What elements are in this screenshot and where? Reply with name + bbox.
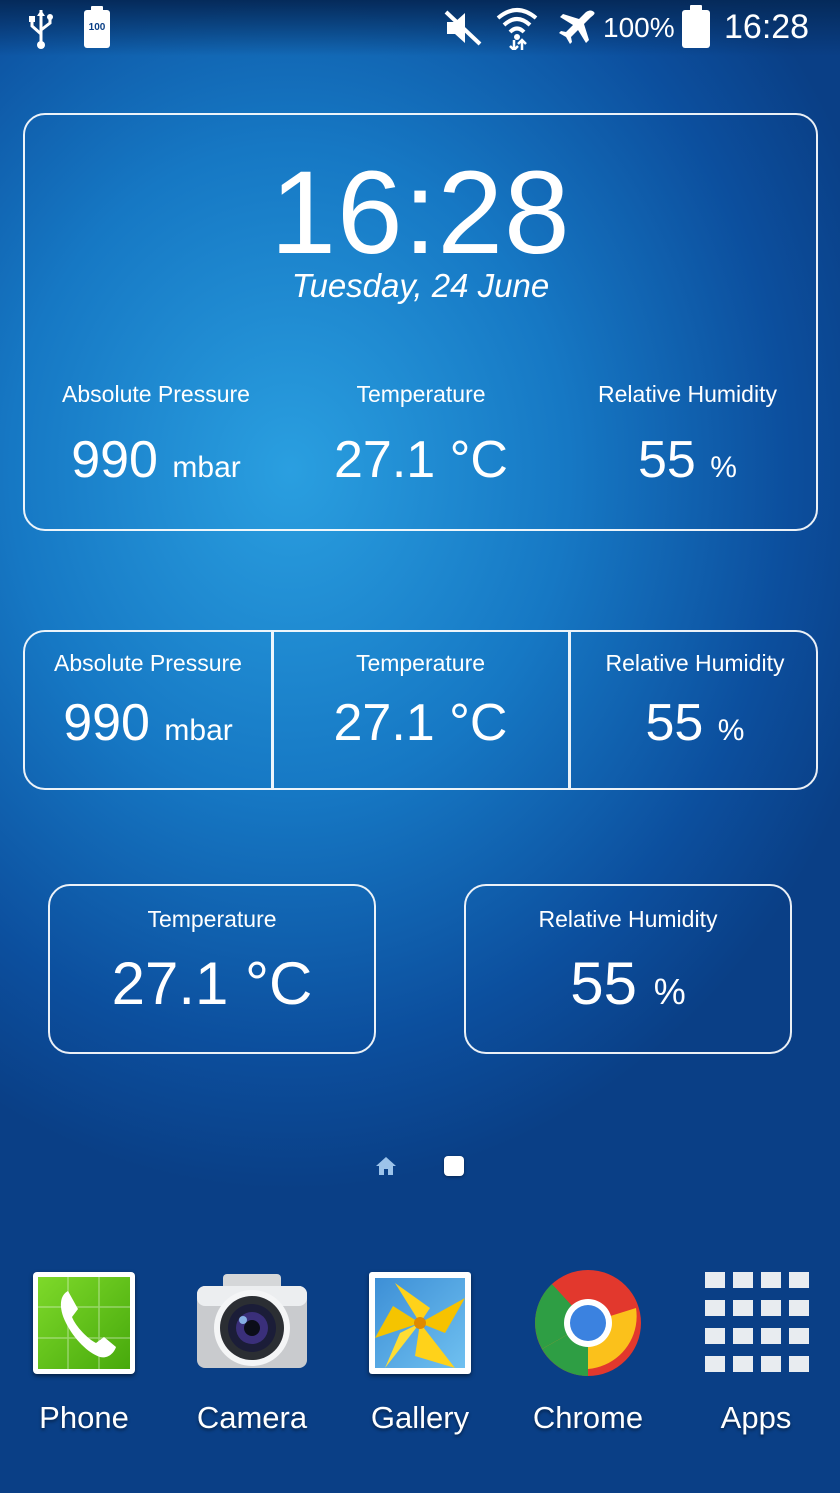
dock-label: Phone	[39, 1400, 129, 1435]
dock-phone[interactable]: Phone	[9, 1268, 159, 1436]
humidity-reading: Relative Humidity 55 %	[466, 906, 790, 1018]
dock-label: Gallery	[370, 1400, 470, 1435]
home-page-icon[interactable]	[375, 1155, 397, 1177]
humidity-unit: %	[653, 971, 686, 1012]
status-time: 16:28	[724, 8, 810, 46]
status-bar: 100 100% 16:28	[0, 0, 840, 56]
pressure-value-wrap: 990 mbar	[25, 430, 287, 490]
temperature-widget[interactable]: Temperature 27.1 °C	[48, 884, 376, 1054]
humidity-value: 55	[570, 950, 638, 1017]
camera-icon	[197, 1268, 307, 1378]
battery-percent: 100%	[603, 12, 675, 43]
gallery-icon	[365, 1268, 475, 1378]
pressure-value: 990	[63, 694, 150, 752]
wifi-icon	[496, 8, 538, 50]
pressure-value-wrap: 990 mbar	[25, 693, 271, 753]
dock-gallery[interactable]: Gallery	[345, 1268, 495, 1436]
humidity-unit: %	[710, 451, 737, 484]
temperature-label: Temperature	[355, 650, 486, 676]
temperature-value: 27.1 °C	[111, 950, 313, 1017]
pressure-reading: Absolute Pressure 990 mbar	[25, 381, 287, 490]
page-dot-active[interactable]	[444, 1156, 464, 1176]
widget-date: Tuesday, 24 June	[291, 267, 550, 304]
dock-apps[interactable]: Apps	[681, 1268, 831, 1436]
dock-label: Apps	[720, 1400, 792, 1435]
temperature-reading: Temperature 27.1 °C	[273, 650, 568, 753]
battery-icon	[682, 5, 710, 48]
humidity-value-wrap: 55 %	[555, 430, 820, 490]
clock-weather-widget[interactable]: 16:28 Tuesday, 24 June Absolute Pressure…	[23, 113, 818, 531]
battery-saver-text: 100	[88, 22, 106, 33]
humidity-label: Relative Humidity	[538, 906, 718, 932]
pressure-label: Absolute Pressure	[62, 381, 250, 407]
pressure-label: Absolute Pressure	[54, 650, 242, 676]
humidity-value: 55	[638, 431, 696, 489]
dock-camera[interactable]: Camera	[177, 1268, 327, 1436]
dock-label: Camera	[196, 1400, 308, 1435]
pressure-reading: Absolute Pressure 990 mbar	[25, 650, 271, 753]
widget-clock-time: 16:28	[270, 147, 571, 279]
temperature-value: 27.1 °C	[333, 431, 508, 489]
temperature-reading: Temperature 27.1 °C	[50, 906, 374, 1018]
apps-grid-icon	[701, 1268, 811, 1378]
humidity-value-wrap: 55 %	[466, 949, 790, 1018]
dock-label: Chrome	[532, 1400, 644, 1435]
airplane-mode-icon	[559, 10, 595, 45]
battery-saver-icon: 100	[84, 6, 110, 48]
dock-chrome[interactable]: Chrome	[513, 1268, 663, 1436]
mute-icon	[444, 10, 482, 46]
pressure-unit: mbar	[164, 714, 233, 747]
humidity-unit: %	[717, 714, 745, 747]
humidity-widget[interactable]: Relative Humidity 55 %	[464, 884, 792, 1054]
humidity-reading: Relative Humidity 55 %	[570, 650, 820, 753]
chrome-icon	[533, 1268, 643, 1378]
usb-icon	[29, 10, 53, 49]
humidity-value: 55	[645, 694, 704, 752]
temperature-reading: Temperature 27.1 °C	[287, 381, 555, 490]
phone-icon	[29, 1268, 139, 1378]
humidity-reading: Relative Humidity 55 %	[555, 381, 820, 490]
pressure-value: 990	[71, 431, 158, 489]
temperature-label: Temperature	[147, 906, 277, 932]
humidity-label: Relative Humidity	[605, 650, 785, 676]
temperature-label: Temperature	[356, 381, 486, 407]
weather-row-widget[interactable]: Absolute Pressure 990 mbar Temperature 2…	[23, 630, 818, 790]
temperature-value: 27.1 °C	[333, 694, 508, 752]
humidity-label: Relative Humidity	[598, 381, 777, 407]
humidity-value-wrap: 55 %	[570, 693, 820, 753]
pressure-unit: mbar	[172, 451, 241, 484]
